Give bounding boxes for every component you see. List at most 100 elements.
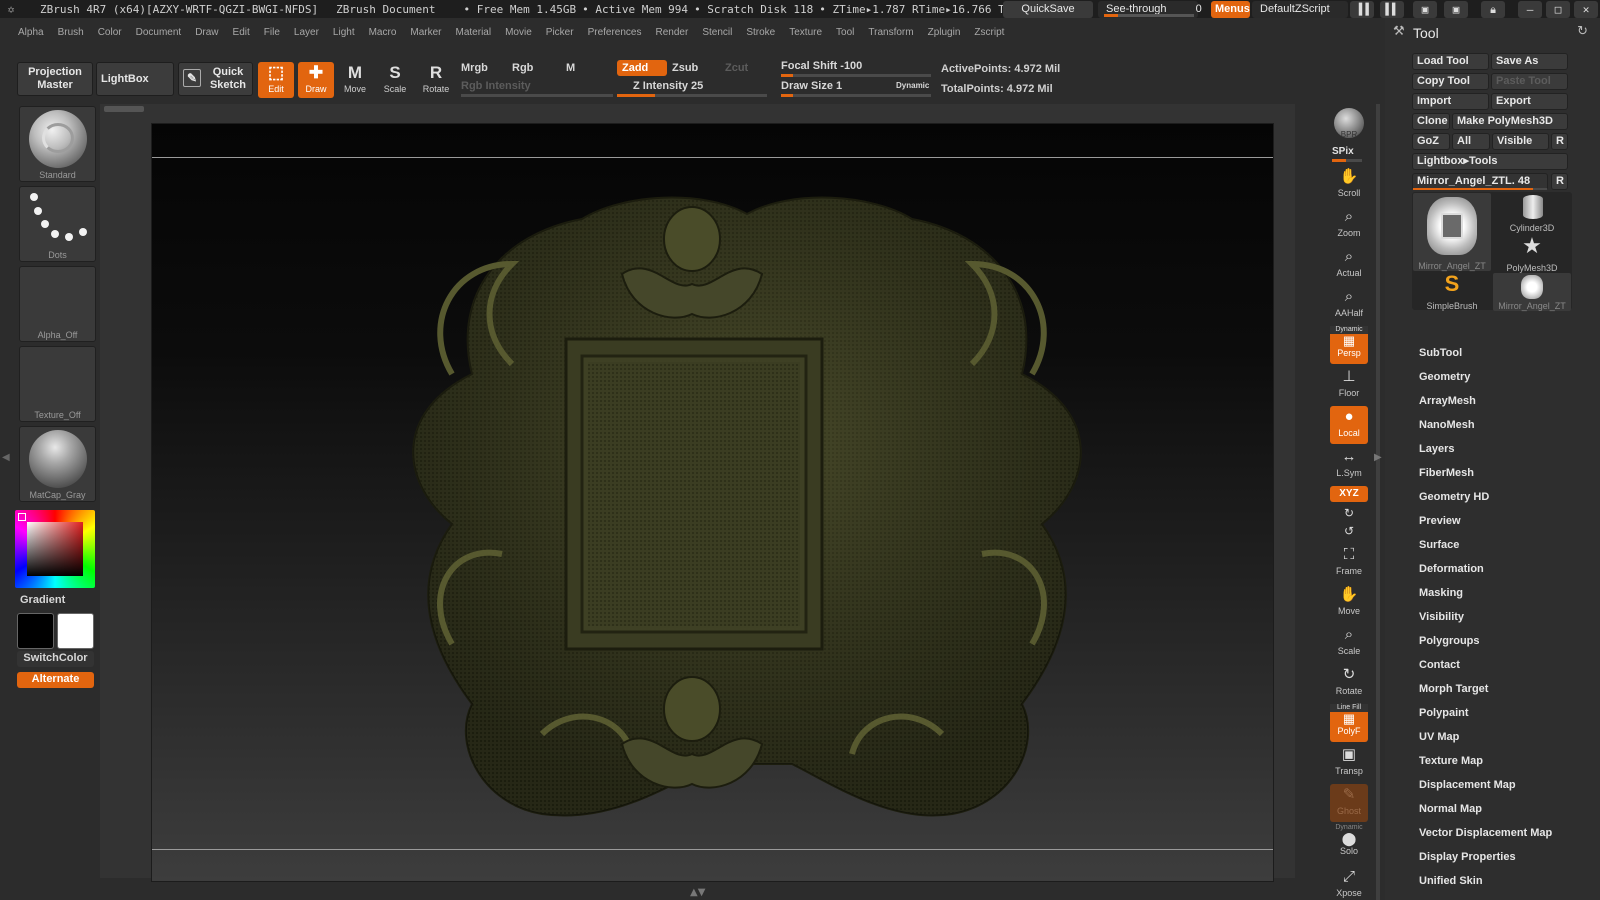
solo-button[interactable]: Dynamic ⬤ Solo <box>1330 824 1368 862</box>
menu-brush[interactable]: Brush <box>58 27 84 38</box>
quick-sketch-button[interactable]: ✎ Quick Sketch <box>178 62 253 96</box>
default-zscript-button[interactable]: DefaultZScript <box>1252 1 1348 18</box>
persp-button[interactable]: Dynamic ▦ Persp <box>1330 326 1368 364</box>
lightbox-tools-button[interactable]: Lightbox▸Tools <box>1412 153 1568 170</box>
mrgb-button[interactable]: Mrgb <box>461 62 488 74</box>
local-button[interactable]: ● Local <box>1330 406 1368 444</box>
maximize-icon[interactable]: □ <box>1546 1 1570 18</box>
polyf-button[interactable]: Line Fill ▦ PolyF <box>1330 704 1368 742</box>
z-intensity-slider[interactable]: Z Intensity 25 <box>633 80 703 92</box>
rotate-view-button[interactable]: ↻ Rotate <box>1330 664 1368 702</box>
clone-button[interactable]: Clone <box>1412 113 1450 130</box>
transp-button[interactable]: ▣ Transp <box>1330 744 1368 782</box>
zadd-button[interactable]: Zadd <box>617 60 667 76</box>
menus-button[interactable]: Menus <box>1211 1 1250 18</box>
texture-thumbnail[interactable]: Texture_Off <box>19 346 96 422</box>
xpose-button[interactable]: ⤢ Xpose <box>1330 866 1368 900</box>
subpalette-unified-skin[interactable]: Unified Skin <box>1419 875 1483 887</box>
menu-marker[interactable]: Marker <box>410 27 441 38</box>
close-icon[interactable]: ✕ <box>1574 1 1598 18</box>
copy-tool-button[interactable]: Copy Tool <box>1412 73 1489 90</box>
focal-shift-track[interactable] <box>781 74 931 77</box>
menu-render[interactable]: Render <box>656 27 689 38</box>
subpalette-layers[interactable]: Layers <box>1419 443 1454 455</box>
left-collapse-arrow-icon[interactable]: ◀ <box>2 452 10 463</box>
menu-tool[interactable]: Tool <box>836 27 854 38</box>
scale-button[interactable]: S Scale <box>377 62 413 100</box>
subpalette-deformation[interactable]: Deformation <box>1419 563 1484 575</box>
refresh-icon[interactable]: ↻ <box>1577 24 1588 39</box>
floor-button[interactable]: ⊥ Floor <box>1330 366 1368 404</box>
stroke-thumbnail[interactable]: Dots <box>19 186 96 262</box>
subpalette-visibility[interactable]: Visibility <box>1419 611 1464 623</box>
zsub-button[interactable]: Zsub <box>672 62 698 74</box>
goz-visible-button[interactable]: Visible <box>1492 133 1549 150</box>
rotate-y-icon[interactable]: ↻ <box>1330 504 1368 522</box>
subpalette-geometry[interactable]: Geometry <box>1419 371 1470 383</box>
subpalette-display-properties[interactable]: Display Properties <box>1419 851 1516 863</box>
move-view-button[interactable]: ✋ Move <box>1330 584 1368 622</box>
zoom-button[interactable]: ⌕ Zoom <box>1330 206 1368 244</box>
export-button[interactable]: Export <box>1491 93 1568 110</box>
focal-shift-slider[interactable]: Focal Shift -100 <box>781 60 862 72</box>
right-collapse-arrow-icon[interactable]: ▶ <box>1374 452 1382 463</box>
rotate-button[interactable]: R Rotate <box>418 62 454 100</box>
subpalette-arraymesh[interactable]: ArrayMesh <box>1419 395 1476 407</box>
menu-layer[interactable]: Layer <box>294 27 319 38</box>
menu-stencil[interactable]: Stencil <box>702 27 732 38</box>
see-through-track[interactable] <box>1104 14 1194 17</box>
save-as-button[interactable]: Save As <box>1491 53 1568 70</box>
menu-edit[interactable]: Edit <box>233 27 250 38</box>
rgb-button[interactable]: Rgb <box>512 62 533 74</box>
projection-master-button[interactable]: Projection Master <box>17 62 93 96</box>
goz-r-button[interactable]: R <box>1551 133 1568 150</box>
canvas-bottom-scroll-icon[interactable]: ▲▼ <box>690 887 705 898</box>
subpalette-vector-displacement-map[interactable]: Vector Displacement Map <box>1419 827 1552 839</box>
lightbox-button[interactable]: LightBox <box>96 62 174 96</box>
secondary-color-swatch[interactable] <box>57 613 94 649</box>
subpalette-displacement-map[interactable]: Displacement Map <box>1419 779 1516 791</box>
menu-preferences[interactable]: Preferences <box>588 27 642 38</box>
ghost-button[interactable]: ✎ Ghost <box>1330 784 1368 822</box>
subpalette-fibermesh[interactable]: FiberMesh <box>1419 467 1474 479</box>
document-viewport[interactable] <box>151 123 1274 882</box>
canvas-scrollbar[interactable] <box>104 106 144 112</box>
import-button[interactable]: Import <box>1412 93 1489 110</box>
spix-label[interactable]: SPix <box>1332 146 1354 157</box>
goz-button[interactable]: GoZ <box>1412 133 1450 150</box>
minimize-icon[interactable]: – <box>1518 1 1542 18</box>
color-saturation-square[interactable] <box>27 522 83 576</box>
menu-alpha[interactable]: Alpha <box>18 27 44 38</box>
edit-button[interactable]: ⬚ Edit <box>258 62 294 98</box>
color-picker[interactable] <box>15 510 95 588</box>
draw-size-track[interactable] <box>781 94 931 97</box>
tool-thumb-mirror-angel[interactable]: Mirror_Angel_ZT <box>1413 193 1491 271</box>
quicksave-button[interactable]: QuickSave <box>1003 1 1093 18</box>
dock-left-icon[interactable]: ▣ <box>1413 1 1437 18</box>
menu-zplugin[interactable]: Zplugin <box>928 27 961 38</box>
current-tool-r-button[interactable]: R <box>1551 173 1568 190</box>
rgb-intensity-track[interactable] <box>461 94 613 97</box>
brush-thumbnail[interactable]: Standard <box>19 106 96 182</box>
aahalf-button[interactable]: ⌕ AAHalf <box>1330 286 1368 324</box>
subpalette-masking[interactable]: Masking <box>1419 587 1463 599</box>
subpalette-normal-map[interactable]: Normal Map <box>1419 803 1482 815</box>
subpalette-polypaint[interactable]: Polypaint <box>1419 707 1469 719</box>
actual-button[interactable]: ⌕ Actual <box>1330 246 1368 284</box>
switch-color-button[interactable]: SwitchColor <box>17 651 94 667</box>
spix-track[interactable] <box>1332 159 1362 162</box>
rgb-intensity-slider[interactable]: Rgb Intensity <box>461 80 531 92</box>
paste-tool-button[interactable]: Paste Tool <box>1491 73 1568 90</box>
tool-thumb-mirror-angel-2[interactable]: Mirror_Angel_ZT <box>1493 273 1571 311</box>
menu-material[interactable]: Material <box>456 27 492 38</box>
goz-all-button[interactable]: All <box>1452 133 1490 150</box>
menu-zscript[interactable]: Zscript <box>974 27 1004 38</box>
rotate-z-icon[interactable]: ↺ <box>1330 522 1368 540</box>
dynamic-button[interactable]: Dynamic <box>896 81 929 90</box>
draw-size-slider[interactable]: Draw Size 1 <box>781 80 842 92</box>
bpr-button[interactable]: BPR <box>1330 106 1368 144</box>
right-shelf-divider[interactable] <box>1376 104 1380 900</box>
menu-movie[interactable]: Movie <box>505 27 532 38</box>
menu-document[interactable]: Document <box>136 27 182 38</box>
tool-thumb-simplebrush[interactable]: S SimpleBrush <box>1413 271 1491 311</box>
